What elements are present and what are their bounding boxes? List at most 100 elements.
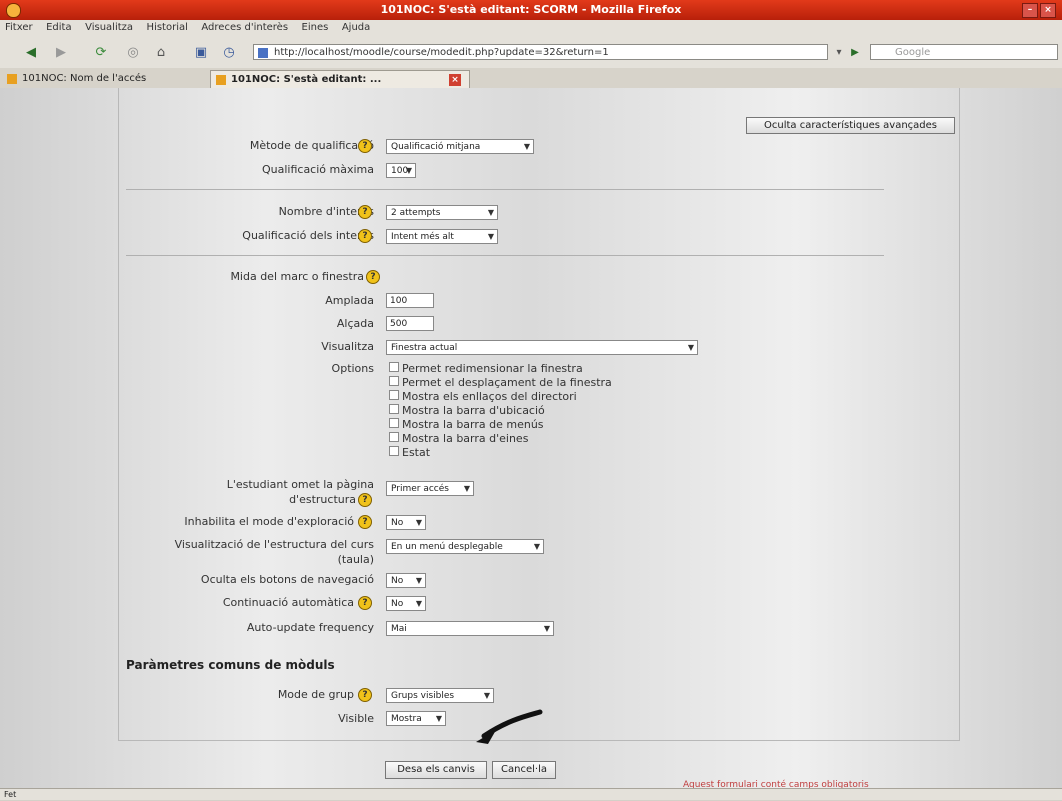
option-toolbar[interactable]: Mostra la barra d'eines <box>389 432 528 446</box>
display-label: Visualitza <box>321 340 374 353</box>
forward-icon[interactable]: ▶ <box>50 44 72 62</box>
max-grade-select[interactable]: 100 ▼ <box>386 163 416 178</box>
checkbox[interactable] <box>389 376 399 386</box>
skip-view-label-2: d'estructura <box>289 493 356 506</box>
checkbox[interactable] <box>389 404 399 414</box>
option-menubar[interactable]: Mostra la barra de menús <box>389 418 544 432</box>
height-label: Alçada <box>336 317 374 330</box>
skip-view-select[interactable]: Primer accés ▼ <box>386 481 474 496</box>
menu-view[interactable]: Visualitza <box>80 20 138 35</box>
tab-2[interactable]: 101NOC: S'està editant: ... × <box>210 70 470 88</box>
menu-help[interactable]: Ajuda <box>337 20 375 35</box>
tab-bar: 101NOC: Nom de l'accés 101NOC: S'està ed… <box>0 68 1062 89</box>
help-icon[interactable]: ? <box>358 205 372 219</box>
disable-browse-select[interactable]: No ▼ <box>386 515 426 530</box>
go-icon[interactable]: ▶ <box>848 44 862 62</box>
title-bar: 101NOC: S'està editant: SCORM - Mozilla … <box>0 0 1062 20</box>
help-icon[interactable]: ? <box>358 515 372 529</box>
window-title: 101NOC: S'està editant: SCORM - Mozilla … <box>380 3 682 16</box>
help-icon[interactable]: ? <box>366 270 380 284</box>
help-icon[interactable]: ? <box>358 493 372 507</box>
checkbox[interactable] <box>389 390 399 400</box>
group-mode-label: Mode de grup <box>277 688 354 701</box>
menu-file[interactable]: Fitxer <box>0 20 38 35</box>
checkbox[interactable] <box>389 362 399 372</box>
page-content: Oculta característiques avançades Mètode… <box>0 88 1062 788</box>
auto-update-label: Auto-update frequency <box>246 621 374 634</box>
help-icon[interactable]: ? <box>358 688 372 702</box>
attempts-select[interactable]: 2 attempts ▼ <box>386 205 498 220</box>
course-structure-label-1: Visualització de l'estructura del curs <box>174 538 374 551</box>
required-fields-note: Aquest formulari conté camps obligatoris <box>683 780 869 788</box>
max-grade-label: Qualificació màxima <box>261 163 374 176</box>
minimize-icon[interactable]: – <box>1022 3 1038 18</box>
arrow-annotation-icon <box>476 709 543 744</box>
dropdown-icon[interactable]: ▾ <box>832 44 846 62</box>
checkbox[interactable] <box>389 432 399 442</box>
url-text: http://localhost/moodle/course/modedit.p… <box>274 47 609 58</box>
search-input[interactable]: Google <box>870 44 1058 60</box>
visible-select[interactable]: Mostra ▼ <box>386 711 446 726</box>
tab-favicon <box>7 74 17 84</box>
disable-browse-label: Inhabilita el mode d'exploració <box>184 515 354 528</box>
home-icon[interactable]: ⌂ <box>150 44 172 62</box>
width-label: Amplada <box>325 294 374 307</box>
checkbox[interactable] <box>389 446 399 456</box>
common-settings-heading: Paràmetres comuns de mòduls <box>126 658 335 672</box>
menu-tools[interactable]: Eines <box>297 20 334 35</box>
auto-update-select[interactable]: Mai ▼ <box>386 621 554 636</box>
menu-edit[interactable]: Edita <box>41 20 77 35</box>
window-size-label: Mida del marc o finestra <box>230 270 364 283</box>
site-icon <box>258 48 268 58</box>
reload-icon[interactable]: ⟳ <box>90 44 112 62</box>
attempt-grading-label: Qualificació dels intents <box>242 229 374 242</box>
menu-bookmarks[interactable]: Adreces d'interès <box>196 20 293 35</box>
grading-method-select[interactable]: Qualificació mitjana ▼ <box>386 139 534 154</box>
option-resize[interactable]: Permet redimensionar la finestra <box>389 362 583 376</box>
attempt-grading-select[interactable]: Intent més alt ▼ <box>386 229 498 244</box>
group-mode-select[interactable]: Grups visibles ▼ <box>386 688 494 703</box>
height-input[interactable]: 500 <box>386 316 434 331</box>
window-controls: – × <box>1022 3 1056 18</box>
width-input[interactable]: 100 <box>386 293 434 308</box>
option-scroll[interactable]: Permet el desplaçament de la finestra <box>389 376 612 390</box>
auto-continue-select[interactable]: No ▼ <box>386 596 426 611</box>
help-icon[interactable]: ? <box>358 139 372 153</box>
option-status[interactable]: Estat <box>389 446 430 460</box>
hide-advanced-button[interactable]: Oculta característiques avançades <box>746 117 955 134</box>
option-directories[interactable]: Mostra els enllaços del directori <box>389 390 577 404</box>
history-icon[interactable]: ◷ <box>218 44 240 62</box>
checkbox[interactable] <box>389 418 399 428</box>
tab-label: 101NOC: Nom de l'accés <box>22 73 147 84</box>
hide-nav-select[interactable]: No ▼ <box>386 573 426 588</box>
display-select[interactable]: Finestra actual ▼ <box>386 340 698 355</box>
tab-1[interactable]: 101NOC: Nom de l'accés <box>2 70 202 88</box>
stop-icon[interactable]: ◎ <box>122 44 144 62</box>
divider <box>126 255 884 256</box>
menu-history[interactable]: Historial <box>142 20 193 35</box>
tab-close-icon[interactable]: × <box>449 74 461 86</box>
search-placeholder: Google <box>895 47 931 58</box>
help-icon[interactable]: ? <box>358 596 372 610</box>
menu-bar: Fitxer Edita Visualitza Historial Adrece… <box>0 20 1062 39</box>
bookmarks-icon[interactable]: ▣ <box>190 44 212 62</box>
save-button[interactable]: Desa els canvis <box>385 761 487 779</box>
tab-favicon <box>216 75 226 85</box>
visible-label: Visible <box>338 712 374 725</box>
help-icon[interactable]: ? <box>358 229 372 243</box>
course-structure-select[interactable]: En un menú desplegable ▼ <box>386 539 544 554</box>
back-icon[interactable]: ◀ <box>20 44 42 62</box>
hide-nav-label: Oculta els botons de navegació <box>200 573 374 586</box>
tab-label: 101NOC: S'està editant: ... <box>231 74 382 85</box>
auto-continue-label: Continuació automàtica <box>222 596 354 609</box>
course-structure-label-2: (taula) <box>337 553 374 566</box>
skip-view-label-1: L'estudiant omet la pàgina <box>226 478 374 491</box>
options-label: Options <box>331 362 374 375</box>
status-text: Fet <box>4 790 17 799</box>
cancel-button[interactable]: Cancel·la <box>492 761 556 779</box>
navigation-toolbar: ◀ ▶ ⟳ ◎ ⌂ ▣ ◷ http://localhost/moodle/co… <box>0 38 1062 69</box>
status-bar: Fet <box>0 788 1062 800</box>
option-location[interactable]: Mostra la barra d'ubicació <box>389 404 545 418</box>
url-bar[interactable]: http://localhost/moodle/course/modedit.p… <box>253 44 828 60</box>
close-icon[interactable]: × <box>1040 3 1056 18</box>
